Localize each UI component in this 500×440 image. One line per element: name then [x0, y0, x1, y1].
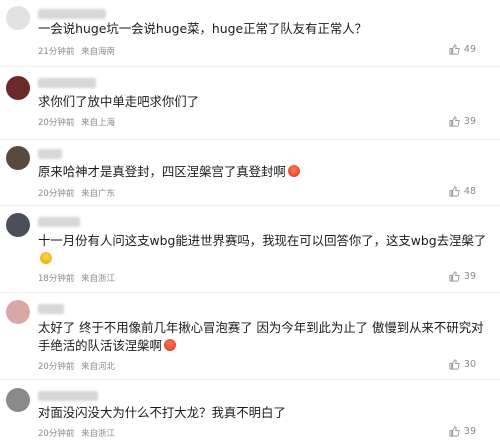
comment-text: 太好了 终于不用像前几年揪心冒泡赛了 因为今年到此为止了 傲慢到从来不研究对手绝… — [38, 319, 488, 355]
comment-location: 来自广东 — [81, 189, 116, 199]
comment-text-content: 十一月份有人问这支wbg能进世界赛吗，我现在可以回答你了，这支wbg去涅槃了 — [38, 233, 487, 248]
username-blurred[interactable] — [38, 304, 64, 314]
avatar[interactable] — [6, 76, 30, 100]
divider — [0, 205, 500, 206]
comment-item: 求你们了放中单走吧求你们了 20分钟前 来自上海 39 — [0, 68, 500, 140]
divider — [0, 292, 500, 293]
avatar[interactable] — [6, 213, 30, 237]
like-count: 39 — [463, 116, 476, 127]
comment-text-content: 太好了 终于不用像前几年揪心冒泡赛了 因为今年到此为止了 傲慢到从来不研究对手绝… — [38, 320, 484, 353]
username-blurred[interactable] — [38, 9, 106, 19]
username-blurred[interactable] — [38, 149, 62, 159]
username-blurred[interactable] — [38, 217, 80, 227]
like-count: 30 — [463, 359, 476, 370]
comment-item: 十一月份有人问这支wbg能进世界赛吗，我现在可以回答你了，这支wbg去涅槃了 1… — [0, 207, 500, 293]
comment-location: 来自浙江 — [81, 429, 116, 439]
divider — [0, 66, 500, 67]
comment-text-content: 原来哈神才是真登封，四区涅槃宫了真登封啊 — [38, 164, 286, 179]
comment-time: 21分钟前 — [38, 47, 75, 57]
comment-meta: 21分钟前 来自海南 — [38, 45, 115, 57]
comment-meta: 20分钟前 来自上海 — [38, 116, 115, 128]
comment-time: 20分钟前 — [38, 118, 75, 128]
comment-item: 原来哈神才是真登封，四区涅槃宫了真登封啊 20分钟前 来自广东 48 — [0, 140, 500, 206]
comment-meta: 20分钟前 来自浙江 — [38, 427, 115, 439]
like-count: 48 — [463, 186, 476, 197]
thumbs-up-icon — [449, 426, 460, 437]
comment-location: 来自河北 — [81, 362, 116, 372]
username-blurred[interactable] — [38, 391, 98, 401]
comment-time: 20分钟前 — [38, 189, 75, 199]
username-blurred[interactable] — [38, 78, 96, 88]
like-button[interactable]: 39 — [449, 426, 476, 437]
like-count: 39 — [463, 426, 476, 437]
comment-meta: 18分钟前 来自浙江 — [38, 272, 115, 284]
like-button[interactable]: 39 — [449, 271, 476, 282]
like-button[interactable]: 30 — [449, 359, 476, 370]
thumbs-up-icon — [449, 186, 460, 197]
comment-text: 十一月份有人问这支wbg能进世界赛吗，我现在可以回答你了，这支wbg去涅槃了 — [38, 232, 488, 268]
thumbs-up-icon — [449, 359, 460, 370]
avatar[interactable] — [6, 388, 30, 412]
thumbs-up-icon — [449, 44, 460, 55]
avatar[interactable] — [6, 6, 30, 30]
comment-meta: 20分钟前 来自广东 — [38, 187, 115, 199]
face-emoji-red-icon — [287, 165, 300, 177]
comment-time: 18分钟前 — [38, 274, 75, 284]
comment-location: 来自海南 — [81, 47, 116, 57]
face-emoji-yellow-icon — [40, 252, 52, 264]
like-count: 49 — [463, 44, 476, 55]
comment-meta: 20分钟前 来自河北 — [38, 360, 115, 372]
comment-location: 来自上海 — [81, 118, 116, 128]
like-button[interactable]: 48 — [449, 186, 476, 197]
face-emoji-red-icon — [163, 339, 176, 351]
like-count: 39 — [463, 271, 476, 282]
comment-time: 20分钟前 — [38, 362, 75, 372]
like-button[interactable]: 49 — [449, 44, 476, 55]
like-button[interactable]: 39 — [449, 116, 476, 127]
thumbs-up-icon — [449, 271, 460, 282]
comment-text: 原来哈神才是真登封，四区涅槃宫了真登封啊 — [38, 163, 488, 181]
comment-text: 对面没闪没大为什么不打大龙？我真不明白了 — [38, 405, 286, 420]
comment-item: 对面没闪没大为什么不打大龙？我真不明白了 20分钟前 来自浙江 39 — [0, 381, 500, 440]
thumbs-up-icon — [449, 116, 460, 127]
comment-location: 来自浙江 — [81, 274, 116, 284]
comment-text: 求你们了放中单走吧求你们了 — [38, 94, 200, 109]
comment-item: 一会说huge坑一会说huge菜，huge正常了队友有正常人？ 21分钟前 来自… — [0, 0, 500, 70]
avatar[interactable] — [6, 146, 30, 170]
avatar[interactable] — [6, 300, 30, 324]
divider — [0, 379, 500, 380]
comment-item: 太好了 终于不用像前几年揪心冒泡赛了 因为今年到此为止了 傲慢到从来不研究对手绝… — [0, 294, 500, 380]
comment-time: 20分钟前 — [38, 429, 75, 439]
comment-text: 一会说huge坑一会说huge菜，huge正常了队友有正常人？ — [38, 21, 368, 36]
